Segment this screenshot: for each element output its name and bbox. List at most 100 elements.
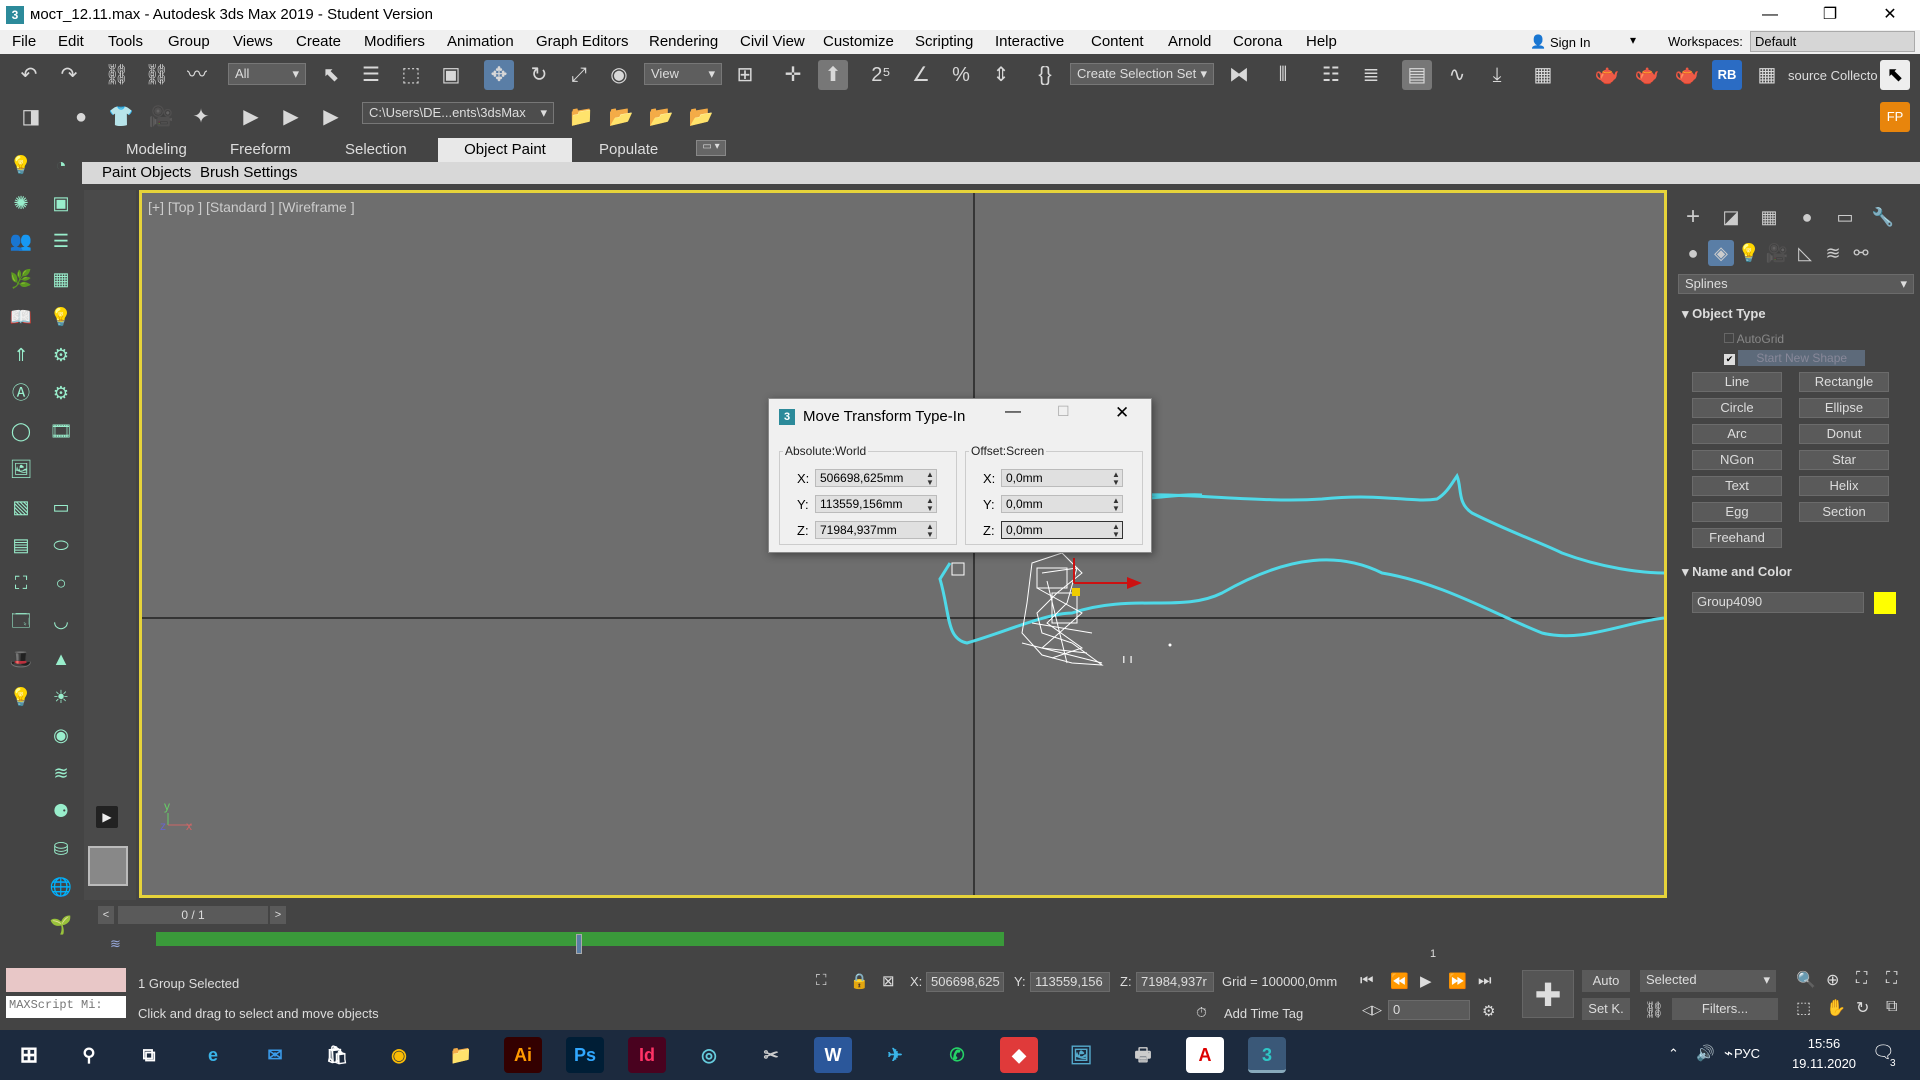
selection-filter-dropdown[interactable]: All ▾	[228, 63, 306, 85]
cameras-icon[interactable]: 🎥	[1764, 240, 1790, 266]
reference-coordinate-dropdown[interactable]: View ▾	[644, 63, 722, 85]
rotate-icon[interactable]: ↻	[524, 60, 554, 90]
rb-button[interactable]: RB	[1712, 60, 1742, 90]
menu-create[interactable]: Create	[296, 33, 341, 50]
object-type-rollout[interactable]: ▾ Object Type	[1682, 306, 1766, 322]
abs-y-input[interactable]: 113559,156mm	[815, 495, 937, 513]
mirror-icon[interactable]: ⧓	[1224, 60, 1254, 90]
maximize-viewport-icon[interactable]: ⧉	[1886, 998, 1897, 1016]
menu-scripting[interactable]: Scripting	[915, 33, 973, 50]
isolate-icon[interactable]: ⛶	[816, 972, 827, 989]
app-24-icon[interactable]: ◎	[690, 1037, 728, 1073]
current-frame-field[interactable]: 0	[1388, 1000, 1470, 1020]
folder-2-icon[interactable]: 📂	[646, 102, 676, 132]
hierarchy-tab-icon[interactable]: ▦	[1756, 204, 1782, 230]
photoshop-icon[interactable]: Ps	[566, 1037, 604, 1073]
tab-object-paint[interactable]: Object Paint	[438, 138, 572, 162]
tray-chevron-icon[interactable]: ⌃	[1668, 1046, 1679, 1062]
sphere-icon[interactable]: ●	[66, 102, 96, 132]
object-color-swatch[interactable]	[1874, 592, 1896, 614]
rectangle-icon[interactable]: ▭	[48, 494, 74, 520]
pan-icon[interactable]: ✋	[1826, 998, 1846, 1018]
star-button[interactable]: Star	[1799, 450, 1889, 470]
off-y-input[interactable]: 0,0mm	[1001, 495, 1123, 513]
keyboard-shortcut-override-icon[interactable]: ⬆	[818, 60, 848, 90]
layers-icon[interactable]: ≋	[48, 760, 74, 786]
key-filter-dropdown[interactable]: Selected ▾	[1640, 970, 1776, 992]
category-dropdown[interactable]: Splines ▾	[1678, 274, 1914, 294]
teapot-icon[interactable]: ◔	[48, 152, 74, 178]
search-icon[interactable]: ⚲	[70, 1037, 108, 1073]
dialog-close-button[interactable]: ✕	[1115, 403, 1129, 423]
grid-icon[interactable]: ▦	[1752, 60, 1782, 90]
pivot-center-icon[interactable]: ⊞	[730, 60, 760, 90]
play-icon[interactable]: ▶	[1420, 972, 1432, 990]
resource-collector-label[interactable]: source Collecto	[1788, 68, 1878, 83]
text-button[interactable]: Text	[1692, 476, 1782, 496]
set-key-big-button[interactable]: ✚	[1522, 970, 1574, 1018]
clock-date[interactable]: 19.11.2020	[1784, 1056, 1864, 1071]
menu-views[interactable]: Views	[233, 33, 273, 50]
abs-z-input[interactable]: 71984,937mm	[815, 521, 937, 539]
geometry-icon[interactable]: ●	[1680, 240, 1706, 266]
abs-z-spinner[interactable]: ▲ ▼	[925, 523, 935, 539]
particles-icon[interactable]: ✦	[186, 102, 216, 132]
curve-editor-icon[interactable]: ∿	[1442, 60, 1472, 90]
menu-help[interactable]: Help	[1306, 33, 1337, 50]
render-setup-icon[interactable]: 🫖	[1592, 60, 1622, 90]
a-icon[interactable]: Ⓐ	[8, 380, 34, 406]
menu-group[interactable]: Group	[168, 33, 210, 50]
off-y-spinner[interactable]: ▲ ▼	[1111, 497, 1121, 513]
close-button[interactable]: ✕	[1860, 0, 1920, 30]
edit-named-selection-icon[interactable]: {}	[1030, 60, 1060, 90]
sphere-white-icon[interactable]: ○	[48, 570, 74, 596]
create-tab-icon[interactable]: +	[1680, 204, 1706, 230]
light-bulb-icon[interactable]: 💡	[8, 152, 34, 178]
modify-tab-icon[interactable]: ◪	[1718, 204, 1744, 230]
project-path-dropdown[interactable]: C:\Users\DE...ents\3dsMax ▾	[362, 102, 554, 124]
cursor-icon[interactable]: ⬉	[1880, 60, 1910, 90]
whatsapp-icon[interactable]: ✆	[938, 1037, 976, 1073]
bowl-icon[interactable]: ◡	[48, 608, 74, 634]
previous-frame-icon[interactable]: ⏪	[1390, 972, 1409, 990]
coord-z-field[interactable]: 71984,937r	[1136, 972, 1214, 992]
volume-icon[interactable]: 🔊	[1696, 1044, 1715, 1062]
hat-icon[interactable]: 🎩	[8, 646, 34, 672]
display-tab-icon[interactable]: ▭	[1832, 204, 1858, 230]
earth-icon[interactable]: 🌐	[48, 874, 74, 900]
shirt-icon[interactable]: 👕	[106, 102, 136, 132]
rectangle-button[interactable]: Rectangle	[1799, 372, 1889, 392]
folder-icon[interactable]: 📂	[606, 102, 636, 132]
curve-editor-mini-icon[interactable]: ≋	[110, 936, 121, 952]
ellipse-button[interactable]: Ellipse	[1799, 398, 1889, 418]
select-object-icon[interactable]: ⬉	[316, 60, 346, 90]
name-color-rollout[interactable]: ▾ Name and Color	[1682, 564, 1792, 580]
zoom-all-icon[interactable]: ⊕	[1826, 970, 1839, 990]
lights-icon[interactable]: 💡	[1736, 240, 1762, 266]
time-configuration-icon[interactable]: ⚙	[1482, 1002, 1495, 1020]
coord-y-field[interactable]: 113559,156	[1030, 972, 1110, 992]
minimize-button[interactable]: —	[1740, 0, 1800, 30]
orbit-icon[interactable]: ↻	[1856, 998, 1869, 1018]
unlink-icon[interactable]: ⛓	[142, 60, 172, 90]
dark-gear-icon[interactable]: ⚙	[48, 380, 74, 406]
menu-tools[interactable]: Tools	[108, 33, 143, 50]
zoom-extents-icon[interactable]: ⛶	[1856, 970, 1867, 988]
ribbon-toggle-icon[interactable]: ▤	[1402, 60, 1432, 90]
filters-button[interactable]: Filters...	[1672, 998, 1778, 1020]
schematic-view-icon[interactable]: ⤓	[1482, 60, 1512, 90]
snip-icon[interactable]: ✂	[752, 1037, 790, 1073]
autocad-icon[interactable]: A	[1186, 1037, 1224, 1073]
helix-button[interactable]: Helix	[1799, 476, 1889, 496]
align-icon[interactable]: ⫴	[1268, 60, 1298, 90]
add-time-tag[interactable]: Add Time Tag	[1224, 1006, 1303, 1021]
select-manipulate-icon[interactable]: ✛	[778, 60, 808, 90]
time-next-button[interactable]: >	[270, 906, 286, 924]
paint-objects-button[interactable]: Paint Objects	[102, 164, 191, 181]
menu-modifiers[interactable]: Modifiers	[364, 33, 425, 50]
menu-arnold[interactable]: Arnold	[1168, 33, 1211, 50]
spinner-snap-icon[interactable]: ⇕	[986, 60, 1016, 90]
spheres-icon[interactable]: ⚈	[48, 798, 74, 824]
freehand-button[interactable]: Freehand	[1692, 528, 1782, 548]
render-production-icon[interactable]: 🫖	[1672, 60, 1702, 90]
